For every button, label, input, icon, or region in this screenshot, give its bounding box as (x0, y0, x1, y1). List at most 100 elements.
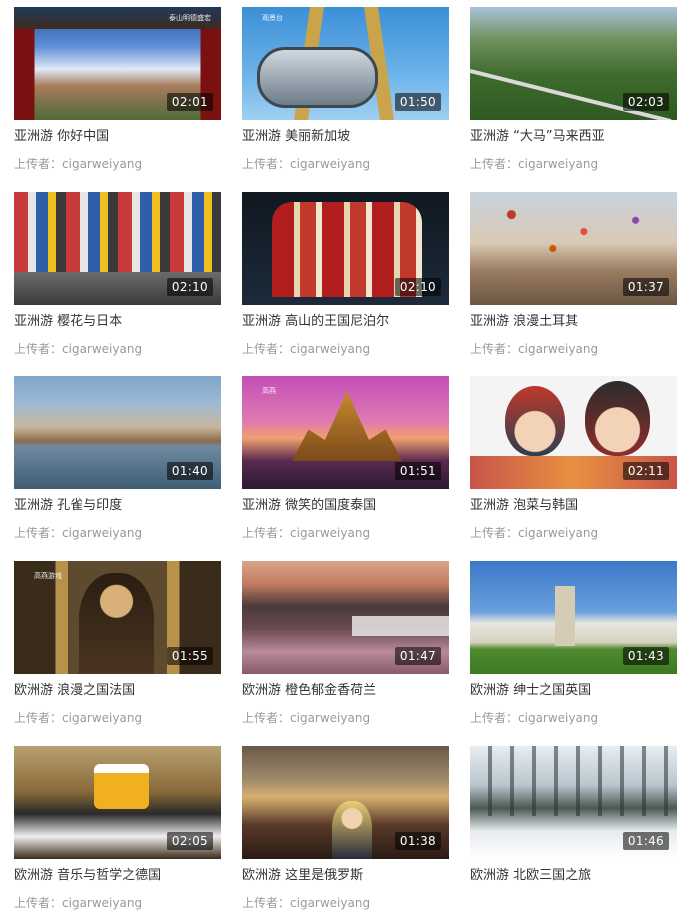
duration-badge: 02:10 (166, 278, 213, 296)
uploader-line: 上传者：cigarweiyang (14, 156, 221, 172)
video-card[interactable]: 02:05 欧洲游 音乐与哲学之德国 上传者：cigarweiyang (14, 746, 221, 911)
video-thumbnail[interactable]: 高燕 01:51 (242, 376, 449, 489)
video-thumbnail[interactable]: 01:43 (470, 561, 677, 674)
duration-badge: 02:11 (622, 462, 669, 480)
duration-badge: 01:43 (622, 647, 669, 665)
uploader-prefix: 上传者： (470, 342, 519, 356)
uploader-name[interactable]: cigarweiyang (62, 157, 142, 171)
duration-badge: 01:50 (394, 93, 441, 111)
video-grid: 泰山明德盛宏 02:01 亚洲游 你好中国 上传者：cigarweiyang 观… (0, 0, 689, 910)
uploader-name[interactable]: cigarweiyang (290, 711, 370, 725)
uploader-prefix: 上传者： (242, 157, 291, 171)
video-card[interactable]: 01:46 欧洲游 北欧三国之旅 (470, 746, 677, 885)
video-thumbnail[interactable]: 泰山明德盛宏 02:01 (14, 7, 221, 120)
video-thumbnail[interactable]: 观景台 01:50 (242, 7, 449, 120)
duration-badge: 02:10 (394, 278, 441, 296)
uploader-prefix: 上传者： (470, 526, 519, 540)
video-thumbnail[interactable]: 02:11 (470, 376, 677, 489)
uploader-name[interactable]: cigarweiyang (62, 526, 142, 540)
thumbnail-overlay-text: 泰山明德盛宏 (169, 14, 211, 22)
uploader-prefix: 上传者： (14, 526, 63, 540)
video-card[interactable]: 泰山明德盛宏 02:01 亚洲游 你好中国 上传者：cigarweiyang (14, 7, 221, 172)
uploader-name[interactable]: cigarweiyang (290, 157, 370, 171)
video-thumbnail[interactable]: 高燕游戏 01:55 (14, 561, 221, 674)
video-thumbnail[interactable]: 01:37 (470, 192, 677, 305)
video-thumbnail[interactable]: 02:10 (14, 192, 221, 305)
thumbnail-overlay-text: 高燕 (262, 387, 276, 395)
video-card[interactable]: 高燕游戏 01:55 欧洲游 浪漫之国法国 上传者：cigarweiyang (14, 561, 221, 726)
uploader-name[interactable]: cigarweiyang (518, 711, 598, 725)
duration-badge: 01:47 (394, 647, 441, 665)
video-card[interactable]: 02:11 亚洲游 泡菜与韩国 上传者：cigarweiyang (470, 376, 677, 541)
video-card[interactable]: 01:37 亚洲游 浪漫土耳其 上传者：cigarweiyang (470, 192, 677, 357)
video-card[interactable]: 01:38 欧洲游 这里是俄罗斯 上传者：cigarweiyang (242, 746, 449, 911)
video-card[interactable]: 02:03 亚洲游 “大马”马来西亚 上传者：cigarweiyang (470, 7, 677, 172)
video-title[interactable]: 欧洲游 北欧三国之旅 (470, 867, 677, 885)
uploader-name[interactable]: cigarweiyang (62, 896, 142, 910)
video-title[interactable]: 亚洲游 “大马”马来西亚 (470, 128, 677, 146)
duration-badge: 01:38 (394, 832, 441, 850)
uploader-prefix: 上传者： (242, 342, 291, 356)
uploader-line: 上传者：cigarweiyang (470, 710, 677, 726)
uploader-line: 上传者：cigarweiyang (242, 156, 449, 172)
video-thumbnail[interactable]: 02:03 (470, 7, 677, 120)
uploader-name[interactable]: cigarweiyang (518, 526, 598, 540)
thumbnail-overlay-text: 高燕游戏 (34, 572, 62, 580)
uploader-line: 上传者：cigarweiyang (14, 710, 221, 726)
uploader-name[interactable]: cigarweiyang (290, 526, 370, 540)
video-title[interactable]: 亚洲游 泡菜与韩国 (470, 497, 677, 515)
uploader-line: 上传者：cigarweiyang (242, 895, 449, 911)
uploader-prefix: 上传者： (14, 896, 63, 910)
duration-badge: 01:46 (622, 832, 669, 850)
uploader-prefix: 上传者： (470, 157, 519, 171)
video-title[interactable]: 亚洲游 你好中国 (14, 128, 221, 146)
video-card[interactable]: 观景台 01:50 亚洲游 美丽新加坡 上传者：cigarweiyang (242, 7, 449, 172)
video-card[interactable]: 01:43 欧洲游 绅士之国英国 上传者：cigarweiyang (470, 561, 677, 726)
video-card[interactable]: 高燕 01:51 亚洲游 微笑的国度泰国 上传者：cigarweiyang (242, 376, 449, 541)
video-thumbnail[interactable]: 01:40 (14, 376, 221, 489)
uploader-line: 上传者：cigarweiyang (242, 710, 449, 726)
duration-badge: 01:55 (166, 647, 213, 665)
uploader-line: 上传者：cigarweiyang (470, 156, 677, 172)
duration-badge: 02:05 (166, 832, 213, 850)
video-title[interactable]: 欧洲游 音乐与哲学之德国 (14, 867, 221, 885)
uploader-line: 上传者：cigarweiyang (242, 525, 449, 541)
video-card[interactable]: 01:47 欧洲游 橙色郁金香荷兰 上传者：cigarweiyang (242, 561, 449, 726)
uploader-name[interactable]: cigarweiyang (290, 896, 370, 910)
video-card[interactable]: 02:10 亚洲游 高山的王国尼泊尔 上传者：cigarweiyang (242, 192, 449, 357)
video-title[interactable]: 亚洲游 美丽新加坡 (242, 128, 449, 146)
video-title[interactable]: 欧洲游 绅士之国英国 (470, 682, 677, 700)
video-thumbnail[interactable]: 01:47 (242, 561, 449, 674)
duration-badge: 02:03 (622, 93, 669, 111)
video-title[interactable]: 欧洲游 这里是俄罗斯 (242, 867, 449, 885)
uploader-name[interactable]: cigarweiyang (518, 342, 598, 356)
video-card[interactable]: 01:40 亚洲游 孔雀与印度 上传者：cigarweiyang (14, 376, 221, 541)
duration-badge: 01:37 (622, 278, 669, 296)
video-title[interactable]: 欧洲游 橙色郁金香荷兰 (242, 682, 449, 700)
video-title[interactable]: 亚洲游 浪漫土耳其 (470, 313, 677, 331)
video-title[interactable]: 亚洲游 孔雀与印度 (14, 497, 221, 515)
uploader-line: 上传者：cigarweiyang (470, 341, 677, 357)
uploader-line: 上传者：cigarweiyang (470, 525, 677, 541)
uploader-line: 上传者：cigarweiyang (14, 341, 221, 357)
uploader-name[interactable]: cigarweiyang (62, 711, 142, 725)
video-title[interactable]: 亚洲游 樱花与日本 (14, 313, 221, 331)
video-thumbnail[interactable]: 01:38 (242, 746, 449, 859)
video-title[interactable]: 亚洲游 高山的王国尼泊尔 (242, 313, 449, 331)
uploader-name[interactable]: cigarweiyang (62, 342, 142, 356)
video-thumbnail[interactable]: 01:46 (470, 746, 677, 859)
video-thumbnail[interactable]: 02:10 (242, 192, 449, 305)
thumbnail-overlay-text: 观景台 (262, 14, 283, 22)
video-thumbnail[interactable]: 02:05 (14, 746, 221, 859)
video-title[interactable]: 亚洲游 微笑的国度泰国 (242, 497, 449, 515)
video-card[interactable]: 02:10 亚洲游 樱花与日本 上传者：cigarweiyang (14, 192, 221, 357)
uploader-line: 上传者：cigarweiyang (14, 525, 221, 541)
duration-badge: 01:40 (166, 462, 213, 480)
uploader-name[interactable]: cigarweiyang (290, 342, 370, 356)
uploader-prefix: 上传者： (242, 526, 291, 540)
uploader-name[interactable]: cigarweiyang (518, 157, 598, 171)
uploader-prefix: 上传者： (242, 711, 291, 725)
uploader-line: 上传者：cigarweiyang (242, 341, 449, 357)
video-title[interactable]: 欧洲游 浪漫之国法国 (14, 682, 221, 700)
uploader-prefix: 上传者： (242, 896, 291, 910)
